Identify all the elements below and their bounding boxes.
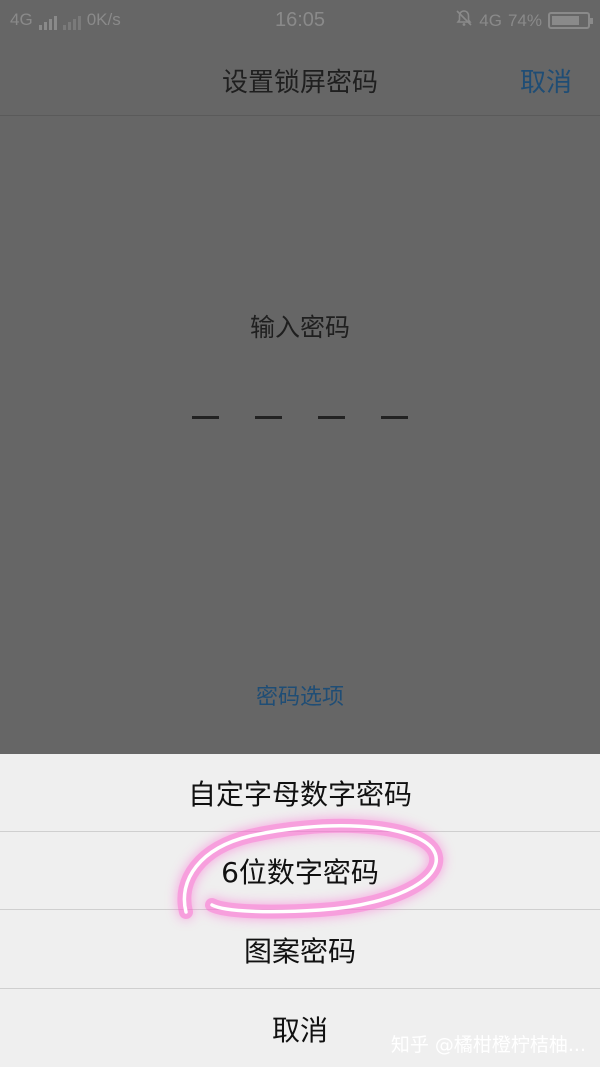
status-right: 4G 74% [455, 9, 593, 32]
digit-slot [381, 416, 408, 419]
option-alphanumeric-password[interactable]: 自定字母数字密码 [0, 754, 600, 832]
password-digit-slots[interactable] [192, 416, 408, 420]
option-pattern-password[interactable]: 图案密码 [0, 911, 600, 989]
password-options-link[interactable]: 密码选项 [0, 679, 600, 711]
nav-bar: 设置锁屏密码 取消 [0, 42, 600, 116]
network-type-label-right: 4G [479, 10, 502, 30]
battery-percent: 74% [507, 10, 542, 30]
digit-slot [318, 416, 345, 419]
password-prompt: 输入密码 [249, 313, 350, 342]
status-bar: 4G 0K/s 16:05 4G 74% [0, 0, 600, 42]
watermark: 知乎 @橘柑橙柠桔柚... [390, 1034, 586, 1056]
cancel-button[interactable]: 取消 [520, 62, 572, 99]
battery-icon [548, 12, 593, 29]
digit-slot [255, 416, 282, 419]
digit-slot [192, 416, 219, 419]
page-title: 设置锁屏密码 [221, 68, 378, 98]
option-6-digit-password[interactable]: 6位数字密码 [0, 832, 600, 910]
action-sheet: 自定字母数字密码 6位数字密码 图案密码 取消 [0, 754, 600, 1067]
bell-muted-icon [455, 9, 473, 32]
